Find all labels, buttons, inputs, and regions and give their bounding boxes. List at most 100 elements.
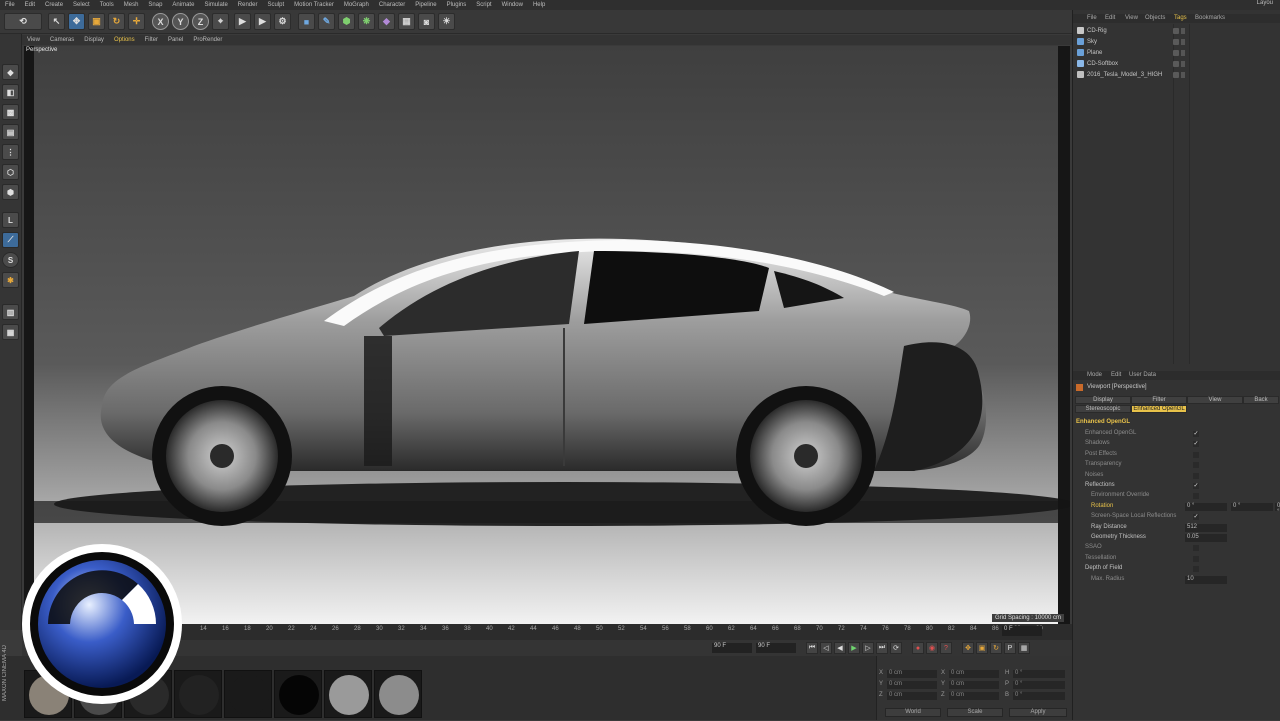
- perspective-viewport[interactable]: Perspective Grid Spacing : 10000 cm: [24, 46, 1070, 624]
- viewport-menu-filter[interactable]: Filter: [140, 37, 163, 43]
- locked-workplane-icon[interactable]: ✱: [2, 272, 19, 288]
- objmenu-edit[interactable]: Edit: [1105, 15, 1115, 21]
- rotate-tool-icon[interactable]: ↻: [108, 13, 125, 30]
- tab-back[interactable]: Back: [1243, 396, 1279, 404]
- render-view-icon[interactable]: ▶: [234, 13, 251, 30]
- max-radius-field[interactable]: 10: [1185, 575, 1227, 584]
- snap-icon[interactable]: S: [2, 252, 19, 268]
- attribute-checkbox[interactable]: [1193, 566, 1199, 573]
- live-selection-icon[interactable]: ↖: [48, 13, 65, 30]
- mograph-icon[interactable]: ❋: [358, 13, 375, 30]
- coord-rot-field[interactable]: 0 °: [1013, 670, 1065, 678]
- render-dots-icon[interactable]: [1181, 28, 1185, 34]
- pen-spline-icon[interactable]: ✎: [318, 13, 335, 30]
- prev-key-button[interactable]: ◁: [820, 642, 832, 654]
- menu-edit[interactable]: Edit: [20, 2, 40, 8]
- tab-filter[interactable]: Filter: [1131, 396, 1187, 404]
- menu-script[interactable]: Script: [471, 2, 496, 8]
- attribute-checkbox[interactable]: [1193, 472, 1199, 479]
- attribute-checkbox[interactable]: [1193, 493, 1199, 500]
- object-row[interactable]: Plane: [1077, 49, 1277, 59]
- coord-rot-field[interactable]: 0 °: [1013, 681, 1065, 689]
- attribute-checkbox[interactable]: [1193, 545, 1199, 552]
- menu-animate[interactable]: Animate: [167, 2, 199, 8]
- attrmenu-mode[interactable]: Mode: [1087, 372, 1102, 378]
- texture-mode-icon[interactable]: ▩: [2, 104, 19, 120]
- generator-icon[interactable]: ⬢: [338, 13, 355, 30]
- planar-workplane-icon[interactable]: ▥: [2, 304, 19, 320]
- menu-create[interactable]: Create: [40, 2, 68, 8]
- viewport-menu-view[interactable]: View: [22, 37, 45, 43]
- world-dropdown[interactable]: World: [885, 708, 941, 717]
- workplane-icon[interactable]: ▤: [2, 124, 19, 140]
- render-settings-icon[interactable]: ⚙: [274, 13, 291, 30]
- menu-mograph[interactable]: MoGraph: [339, 2, 374, 8]
- scale-tool-icon[interactable]: ▣: [88, 13, 105, 30]
- attribute-checkbox[interactable]: [1193, 462, 1199, 469]
- attrmenu-user-data[interactable]: User Data: [1129, 372, 1156, 378]
- environment-icon[interactable]: ▦: [398, 13, 415, 30]
- go-to-start-button[interactable]: ⏮: [806, 642, 818, 654]
- attribute-checkbox[interactable]: ✓: [1193, 431, 1199, 437]
- coord-pos-field[interactable]: 0 cm: [887, 692, 937, 700]
- objmenu-tags[interactable]: Tags: [1174, 15, 1187, 21]
- pla-key-button[interactable]: ▦: [1018, 642, 1030, 654]
- play-button[interactable]: ▶: [848, 642, 860, 654]
- objmenu-bookmarks[interactable]: Bookmarks: [1195, 15, 1225, 21]
- model-mode-icon[interactable]: ◧: [2, 84, 19, 100]
- tab-stereoscopic[interactable]: Stereoscopic: [1075, 405, 1131, 413]
- attribute-checkbox[interactable]: [1193, 451, 1199, 458]
- object-row[interactable]: Sky: [1077, 38, 1277, 48]
- objmenu-view[interactable]: View: [1125, 15, 1138, 21]
- recent-tool-icon[interactable]: ✛: [128, 13, 145, 30]
- coordinate-system-icon[interactable]: ⌖: [212, 13, 229, 30]
- axis-mode-icon[interactable]: L: [2, 212, 19, 228]
- preview-min-field[interactable]: 90 F: [712, 643, 752, 653]
- menu-help[interactable]: Help: [528, 2, 550, 8]
- menu-window[interactable]: Window: [497, 2, 528, 8]
- undo-button[interactable]: ⟲: [4, 13, 42, 30]
- edges-mode-icon[interactable]: ⬡: [2, 164, 19, 180]
- param-key-button[interactable]: P: [1004, 642, 1016, 654]
- material-swatch[interactable]: [374, 670, 422, 718]
- objmenu-objects[interactable]: Objects: [1145, 15, 1165, 21]
- x-axis-lock-button[interactable]: X: [152, 13, 169, 30]
- attrmenu-edit[interactable]: Edit: [1111, 372, 1121, 378]
- tab-display[interactable]: Display: [1075, 396, 1131, 404]
- make-editable-icon[interactable]: ◆: [2, 64, 19, 80]
- viewport-menu-cameras[interactable]: Cameras: [45, 37, 79, 43]
- light-icon[interactable]: ☀: [438, 13, 455, 30]
- object-row[interactable]: CD-Softbox: [1077, 60, 1277, 70]
- menu-pipeline[interactable]: Pipeline: [410, 2, 441, 8]
- attribute-checkbox[interactable]: [1193, 555, 1199, 562]
- menu-plugins[interactable]: Plugins: [442, 2, 472, 8]
- next-frame-button[interactable]: ▷: [862, 642, 874, 654]
- object-row[interactable]: 2016_Tesla_Model_3_HIGH: [1077, 71, 1277, 81]
- coord-rot-field[interactable]: 0 °: [1013, 692, 1065, 700]
- tab-enhanced-opengl[interactable]: Enhanced OpenGL: [1131, 405, 1187, 413]
- deformer-icon[interactable]: ◆: [378, 13, 395, 30]
- object-name[interactable]: Sky: [1087, 39, 1097, 45]
- menu-simulate[interactable]: Simulate: [199, 2, 232, 8]
- render-dots-icon[interactable]: [1181, 72, 1185, 78]
- prev-frame-button[interactable]: ◀: [834, 642, 846, 654]
- viewport-menu-prorender[interactable]: ProRender: [188, 37, 227, 43]
- visibility-toggle-icon[interactable]: [1173, 72, 1179, 78]
- menu-file[interactable]: File: [0, 2, 20, 8]
- autokey-button[interactable]: ◉: [926, 642, 938, 654]
- menu-motion-tracker[interactable]: Motion Tracker: [289, 2, 339, 8]
- rotation-b-field[interactable]: 0 °: [1275, 502, 1280, 515]
- menu-sculpt[interactable]: Sculpt: [262, 2, 289, 8]
- polygons-mode-icon[interactable]: ⬢: [2, 184, 19, 200]
- coord-pos-field[interactable]: 0 cm: [887, 670, 937, 678]
- rotation-key-button[interactable]: ↻: [990, 642, 1002, 654]
- visibility-toggle-icon[interactable]: [1173, 50, 1179, 56]
- attribute-checkbox[interactable]: ✓: [1193, 441, 1199, 448]
- scale-key-button[interactable]: ▣: [976, 642, 988, 654]
- visibility-toggle-icon[interactable]: [1173, 28, 1179, 34]
- tweak-mode-icon[interactable]: ⟋: [2, 232, 19, 248]
- material-swatch[interactable]: [224, 670, 272, 718]
- viewport-menu-panel[interactable]: Panel: [163, 37, 188, 43]
- rotation-h-field[interactable]: 0 °: [1185, 502, 1227, 511]
- current-frame-field[interactable]: 0 F: [1002, 626, 1042, 636]
